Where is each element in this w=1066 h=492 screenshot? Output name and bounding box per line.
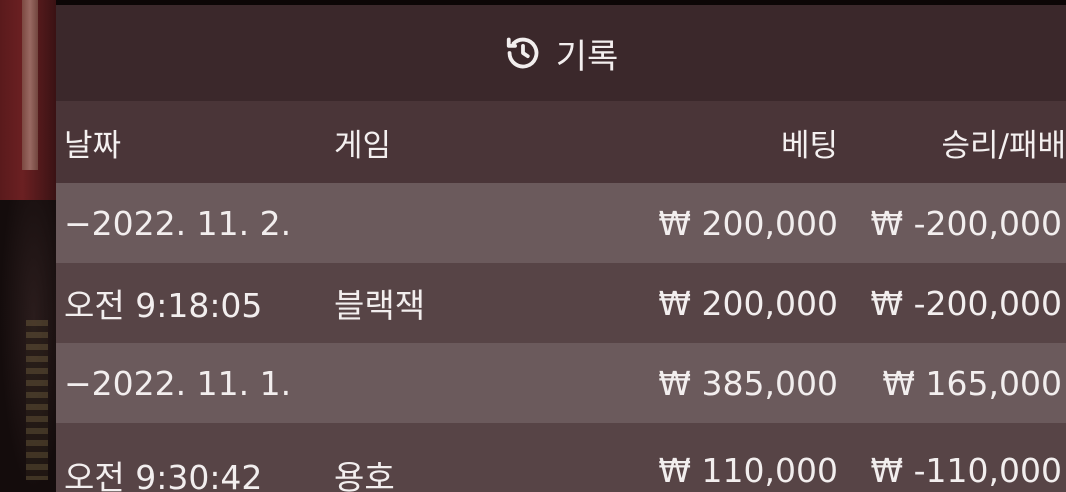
row-bet: ₩ 385,000 (658, 363, 838, 403)
background-rail (22, 0, 38, 170)
panel-title: 기록 (555, 36, 619, 77)
row-win-loss: ₩ 165,000 (882, 363, 1062, 403)
row-win-loss: ₩ -200,000 (870, 203, 1063, 243)
table-row-game[interactable]: 오전 9:30:42 용호 ₩ 110,000 ₩ -110,000 (56, 423, 1066, 492)
table-row-game[interactable]: 오전 9:18:05 블랙잭 ₩ 200,000 ₩ -200,000 (56, 263, 1066, 343)
column-bet: 베팅 (780, 127, 838, 164)
row-win-loss: ₩ -200,000 (870, 283, 1063, 323)
row-bet: ₩ 110,000 (658, 451, 838, 490)
history-icon (504, 34, 542, 72)
table-row-date[interactable]: −2022. 11. 1. ₩ 385,000 ₩ 165,000 (56, 343, 1066, 423)
panel-header: 기록 (56, 5, 1066, 101)
row-bet: ₩ 200,000 (658, 283, 838, 323)
row-bet: ₩ 200,000 (658, 203, 838, 243)
row-date: −2022. 11. 1. (64, 363, 292, 403)
row-time: 오전 9:18:05 (64, 286, 263, 325)
table-header: 날짜 게임 베팅 승리/패배 (56, 101, 1066, 183)
row-game: 용호 (334, 458, 395, 492)
column-date: 날짜 (64, 127, 122, 164)
app-stage: 기록 날짜 게임 베팅 승리/패배 −2022. 11. 2. ₩ 200,00… (0, 0, 1066, 492)
background-video-strip (0, 0, 56, 492)
background-dealer-figure (0, 200, 56, 492)
row-win-loss: ₩ -110,000 (870, 451, 1063, 490)
history-panel: 기록 날짜 게임 베팅 승리/패배 −2022. 11. 2. ₩ 200,00… (56, 5, 1066, 492)
row-date: −2022. 11. 2. (64, 203, 292, 243)
column-win-loss: 승리/패배 (941, 127, 1066, 164)
row-game: 블랙잭 (334, 286, 426, 325)
column-game: 게임 (334, 127, 392, 164)
table-row-date[interactable]: −2022. 11. 2. ₩ 200,000 ₩ -200,000 (56, 183, 1066, 263)
row-time: 오전 9:30:42 (64, 458, 263, 492)
